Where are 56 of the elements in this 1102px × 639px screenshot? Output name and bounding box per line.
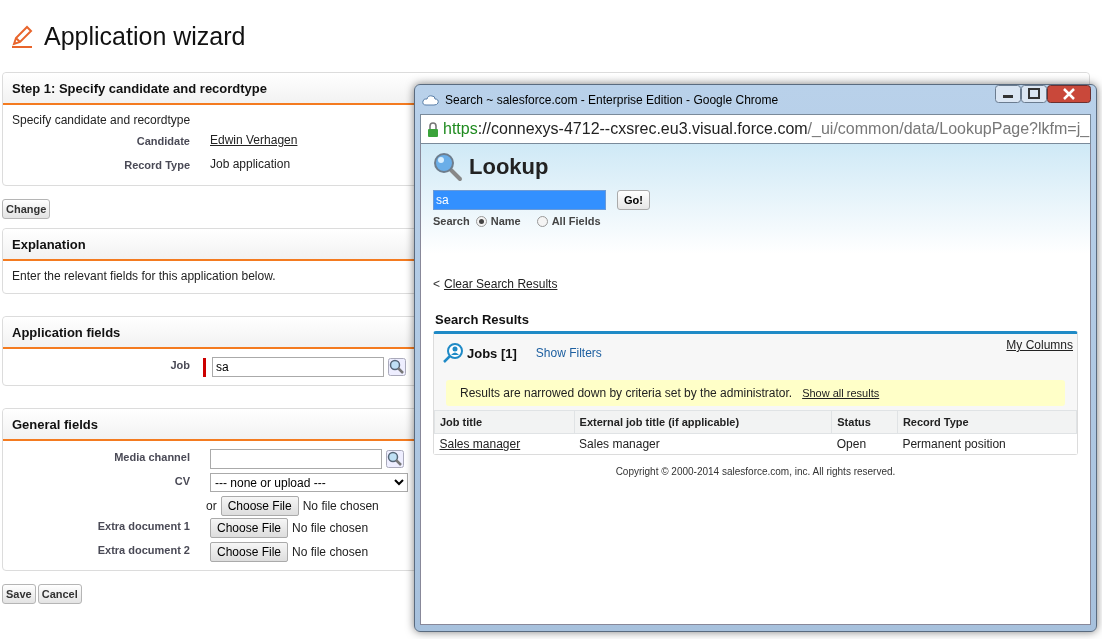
url-text: https://connexys-4712--cxsrec.eu3.visual.force.com/_ui/common/data/LookupPage?lkfm=j_ (443, 120, 1090, 138)
radio-label: All Fields (551, 215, 601, 227)
section-description: Enter the relevant fields for this application below. (12, 269, 276, 283)
form-button[interactable]: Cancel (37, 584, 82, 604)
show-all-results-link[interactable]: Show all results (802, 387, 880, 399)
choose-file-button[interactable]: Choose File (220, 496, 299, 516)
lock-icon (427, 121, 439, 137)
choose-file-button[interactable]: Choose File (210, 542, 289, 562)
minimize-button[interactable] (995, 85, 1021, 103)
cv-dropdown[interactable]: --- none or upload --- (210, 473, 408, 492)
page-title: Application wizard (44, 21, 246, 51)
lookup-icon[interactable] (388, 358, 406, 376)
radio-label: Name (490, 215, 521, 227)
choose-file-button[interactable]: Choose File (210, 518, 289, 538)
radio-button[interactable] (475, 215, 487, 227)
radio-button[interactable] (536, 215, 548, 227)
clear-results-link[interactable]: Clear Search Results (444, 277, 558, 291)
field-label: Extra document 2 (96, 543, 190, 556)
lookup-field[interactable] (210, 449, 382, 469)
field-label: Media channel (113, 450, 190, 463)
column-header: Job title (434, 410, 575, 434)
field-label: Record Type (123, 158, 190, 171)
lookup-heading: Lookup (469, 154, 549, 180)
back-arrow-text: < (433, 277, 440, 291)
search-label: Search (433, 215, 470, 227)
column-header: External job title (if applicable) (574, 410, 832, 434)
form-button[interactable]: Save (2, 584, 36, 604)
maximize-button[interactable] (1021, 85, 1047, 103)
field-value: Job application (210, 157, 291, 171)
file-status: No file chosen (292, 545, 369, 559)
notice-text: Results are narrowed down by criteria set by the administrator. (460, 386, 793, 400)
file-status: No file chosen (302, 499, 379, 513)
window-title: Search ~ salesforce.com - Enterprise Edition - Google Chrome (445, 92, 780, 107)
my-columns-link[interactable]: My Columns (1006, 338, 1073, 352)
or-text: or (206, 499, 217, 513)
field-label: Candidate (135, 134, 190, 147)
lookup-field[interactable]: sa (212, 357, 384, 377)
field-label: Job (169, 358, 190, 371)
section-description: Specify candidate and recordtype (12, 113, 191, 127)
person-search-icon (442, 342, 464, 364)
lookup-icon[interactable] (386, 450, 404, 468)
close-button[interactable] (1047, 85, 1091, 103)
magnifier-icon (433, 152, 463, 182)
field-label: CV (173, 474, 190, 487)
pencil-icon (10, 24, 34, 48)
column-header: Record Type (897, 410, 1077, 434)
file-status: No file chosen (292, 521, 369, 535)
form-button[interactable]: Change (2, 199, 51, 219)
column-header: Status (831, 410, 898, 434)
copyright-text: Copyright © 2000-2014 salesforce.com, inc. All rights reserved. (614, 466, 897, 477)
field-label: Extra document 1 (96, 519, 190, 532)
show-filters-link[interactable]: Show Filters (535, 346, 602, 360)
candidate-link[interactable]: Edwin Verhagen (210, 133, 298, 147)
cloud-icon (422, 93, 439, 106)
go-button[interactable]: Go! (617, 190, 650, 210)
address-bar[interactable]: https://connexys-4712--cxsrec.eu3.visual.force.com/_ui/common/data/LookupPage?lkfm=j_ (420, 114, 1091, 144)
